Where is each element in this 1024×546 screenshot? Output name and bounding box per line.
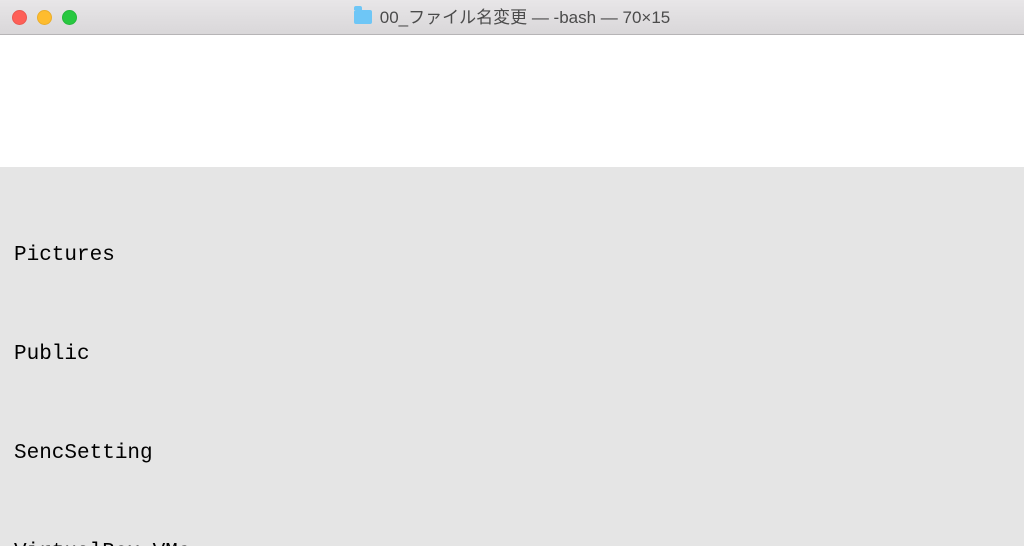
terminal-line: Pictures: [14, 239, 1010, 272]
terminal-scrollback: Pictures Public SencSetting VirtualBox V…: [0, 167, 1024, 546]
window-title: 00_ファイル名変更 — -bash — 70×15: [354, 1, 671, 34]
window-titlebar[interactable]: 00_ファイル名変更 — -bash — 70×15: [0, 0, 1024, 35]
terminal-line: VirtualBox VMs: [14, 536, 1010, 546]
window-title-text: 00_ファイル名変更 — -bash — 70×15: [380, 1, 671, 34]
folder-icon: [354, 10, 372, 24]
terminal[interactable]: Pictures Public SencSetting VirtualBox V…: [0, 35, 1024, 546]
zoom-icon[interactable]: [62, 10, 77, 25]
window-controls: [12, 0, 77, 34]
minimize-icon[interactable]: [37, 10, 52, 25]
terminal-line: Public: [14, 338, 1010, 371]
close-icon[interactable]: [12, 10, 27, 25]
terminal-line: SencSetting: [14, 437, 1010, 470]
